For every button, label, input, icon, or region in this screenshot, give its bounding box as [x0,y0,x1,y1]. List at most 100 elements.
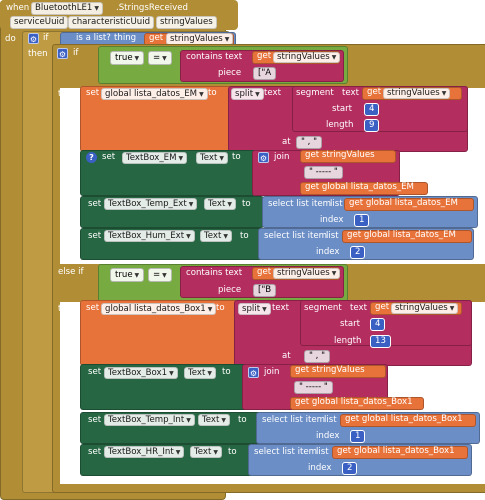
to-label: to [208,88,217,98]
list-label: list [316,447,329,457]
join-item-1: get stringValues [295,365,365,375]
index-label: index [316,247,340,257]
list-label: list [324,415,337,425]
index-label: index [320,215,344,225]
var-dropdown[interactable]: stringValues ▼ [273,268,341,279]
gear-icon[interactable]: ⚙ [28,33,39,44]
global-var-dropdown[interactable]: global lista_datos_Box1 ▼ [101,303,217,315]
event-name: .StringsReceived [116,3,188,13]
to-label: to [216,303,225,313]
segment-label: segment [296,88,334,98]
piece-text[interactable]: ["A [253,67,277,80]
contains-text-label: contains text [186,52,243,62]
text-label: text [264,88,281,98]
true-dropdown[interactable]: true ▼ [110,51,145,65]
get-label: get [257,267,272,277]
list-value: get global lista_datos_Box1 [345,414,463,424]
property-dropdown[interactable]: Text ▼ [204,198,237,210]
var-dropdown[interactable]: stringValues ▼ [383,88,451,99]
at-text[interactable]: " , " [304,350,331,363]
var-dropdown[interactable]: stringValues ▼ [391,303,459,314]
set-label: set [86,88,100,98]
to-label: to [242,199,251,209]
join-label: join [264,367,280,377]
text-label: text [350,303,367,313]
index-value[interactable]: 1 [350,430,366,443]
component-dropdown[interactable]: BluetoothLE1 ▼ [31,2,104,15]
component-dropdown[interactable]: TextBox_Temp_Ext ▼ [104,198,198,210]
help-icon[interactable]: ? [86,152,97,163]
component-dropdown[interactable]: TextBox_Temp_Int ▼ [104,414,195,426]
then-label: then [58,89,78,99]
index-value[interactable]: 1 [354,214,370,227]
get-label: get [375,302,390,312]
true-dropdown[interactable]: true ▼ [110,268,145,282]
piece-text[interactable]: ["B [253,284,277,297]
gear-icon[interactable]: ⚙ [258,152,269,163]
param-characteristicuuid[interactable]: characteristicUuid [68,16,155,29]
select-list-item-label: select list item [264,231,328,241]
param-serviceuuid[interactable]: serviceUuid [10,16,69,29]
start-label: start [332,104,353,114]
list-value: get global lista_datos_Box1 [337,446,455,456]
set-label: set [88,415,102,425]
var-dropdown[interactable]: stringValues ▼ [273,52,341,63]
select-list-item-label: select list item [262,415,326,425]
then-label: then [58,304,78,314]
join-item-2[interactable]: " ----- " [304,166,343,179]
text-label: text [272,303,289,313]
at-text[interactable]: " , " [296,136,323,149]
do-label: do [5,34,16,44]
index-value[interactable]: 2 [342,462,358,475]
to-label: to [232,152,241,162]
join-item-3: get global lista_datos_Box1 [295,397,413,407]
list-value: get global lista_datos_EM [349,198,458,208]
length-value[interactable]: 13 [370,335,391,348]
length-value[interactable]: 9 [364,119,380,132]
join-item-1: get stringValues [305,150,375,160]
component-dropdown[interactable]: TextBox_EM ▼ [122,152,188,164]
to-label: to [222,367,231,377]
property-dropdown[interactable]: Text ▼ [196,152,229,164]
property-dropdown[interactable]: Text ▼ [190,446,223,458]
global-var-dropdown[interactable]: global lista_datos_EM ▼ [101,88,208,100]
equals-dropdown[interactable]: = ▼ [148,268,172,282]
equals-dropdown[interactable]: = ▼ [148,51,172,65]
length-label: length [326,120,354,130]
else-if-label: else if [58,267,84,277]
start-label: start [340,319,361,329]
gear-icon[interactable]: ⚙ [57,48,68,59]
join-item-2[interactable]: " ----- " [294,381,333,394]
at-label: at [282,351,291,361]
to-label: to [238,415,247,425]
gear-icon[interactable]: ⚙ [248,367,259,378]
get-label: get [257,51,272,61]
when-label: when [6,3,30,13]
set-label: set [88,367,102,377]
start-value[interactable]: 4 [364,103,380,116]
property-dropdown[interactable]: Text ▼ [184,367,217,379]
text-label: text [342,88,359,98]
split-dropdown[interactable]: split ▼ [231,88,264,100]
contains-text-label: contains text [186,268,243,278]
select-list-item-label: select list item [254,447,318,457]
param-stringvalues[interactable]: stringValues [156,16,217,29]
index-value[interactable]: 2 [350,246,366,259]
if-label: if [43,33,49,43]
component-dropdown[interactable]: TextBox_Box1 ▼ [104,367,178,379]
start-value[interactable]: 4 [370,318,386,331]
index-label: index [316,431,340,441]
property-dropdown[interactable]: Text ▼ [198,414,231,426]
join-label: join [274,152,290,162]
index-label: index [308,463,332,473]
component-dropdown[interactable]: TextBox_HR_Int ▼ [104,446,185,458]
component-dropdown[interactable]: TextBox_Hum_Ext ▼ [104,230,195,242]
to-label: to [228,447,237,457]
property-dropdown[interactable]: Text ▼ [200,230,233,242]
set-label: set [88,199,102,209]
select-list-item-label: select list item [268,199,332,209]
at-label: at [282,137,291,147]
list-value: get global lista_datos_EM [347,230,456,240]
segment-label: segment [304,303,342,313]
split-dropdown[interactable]: split ▼ [238,303,271,315]
